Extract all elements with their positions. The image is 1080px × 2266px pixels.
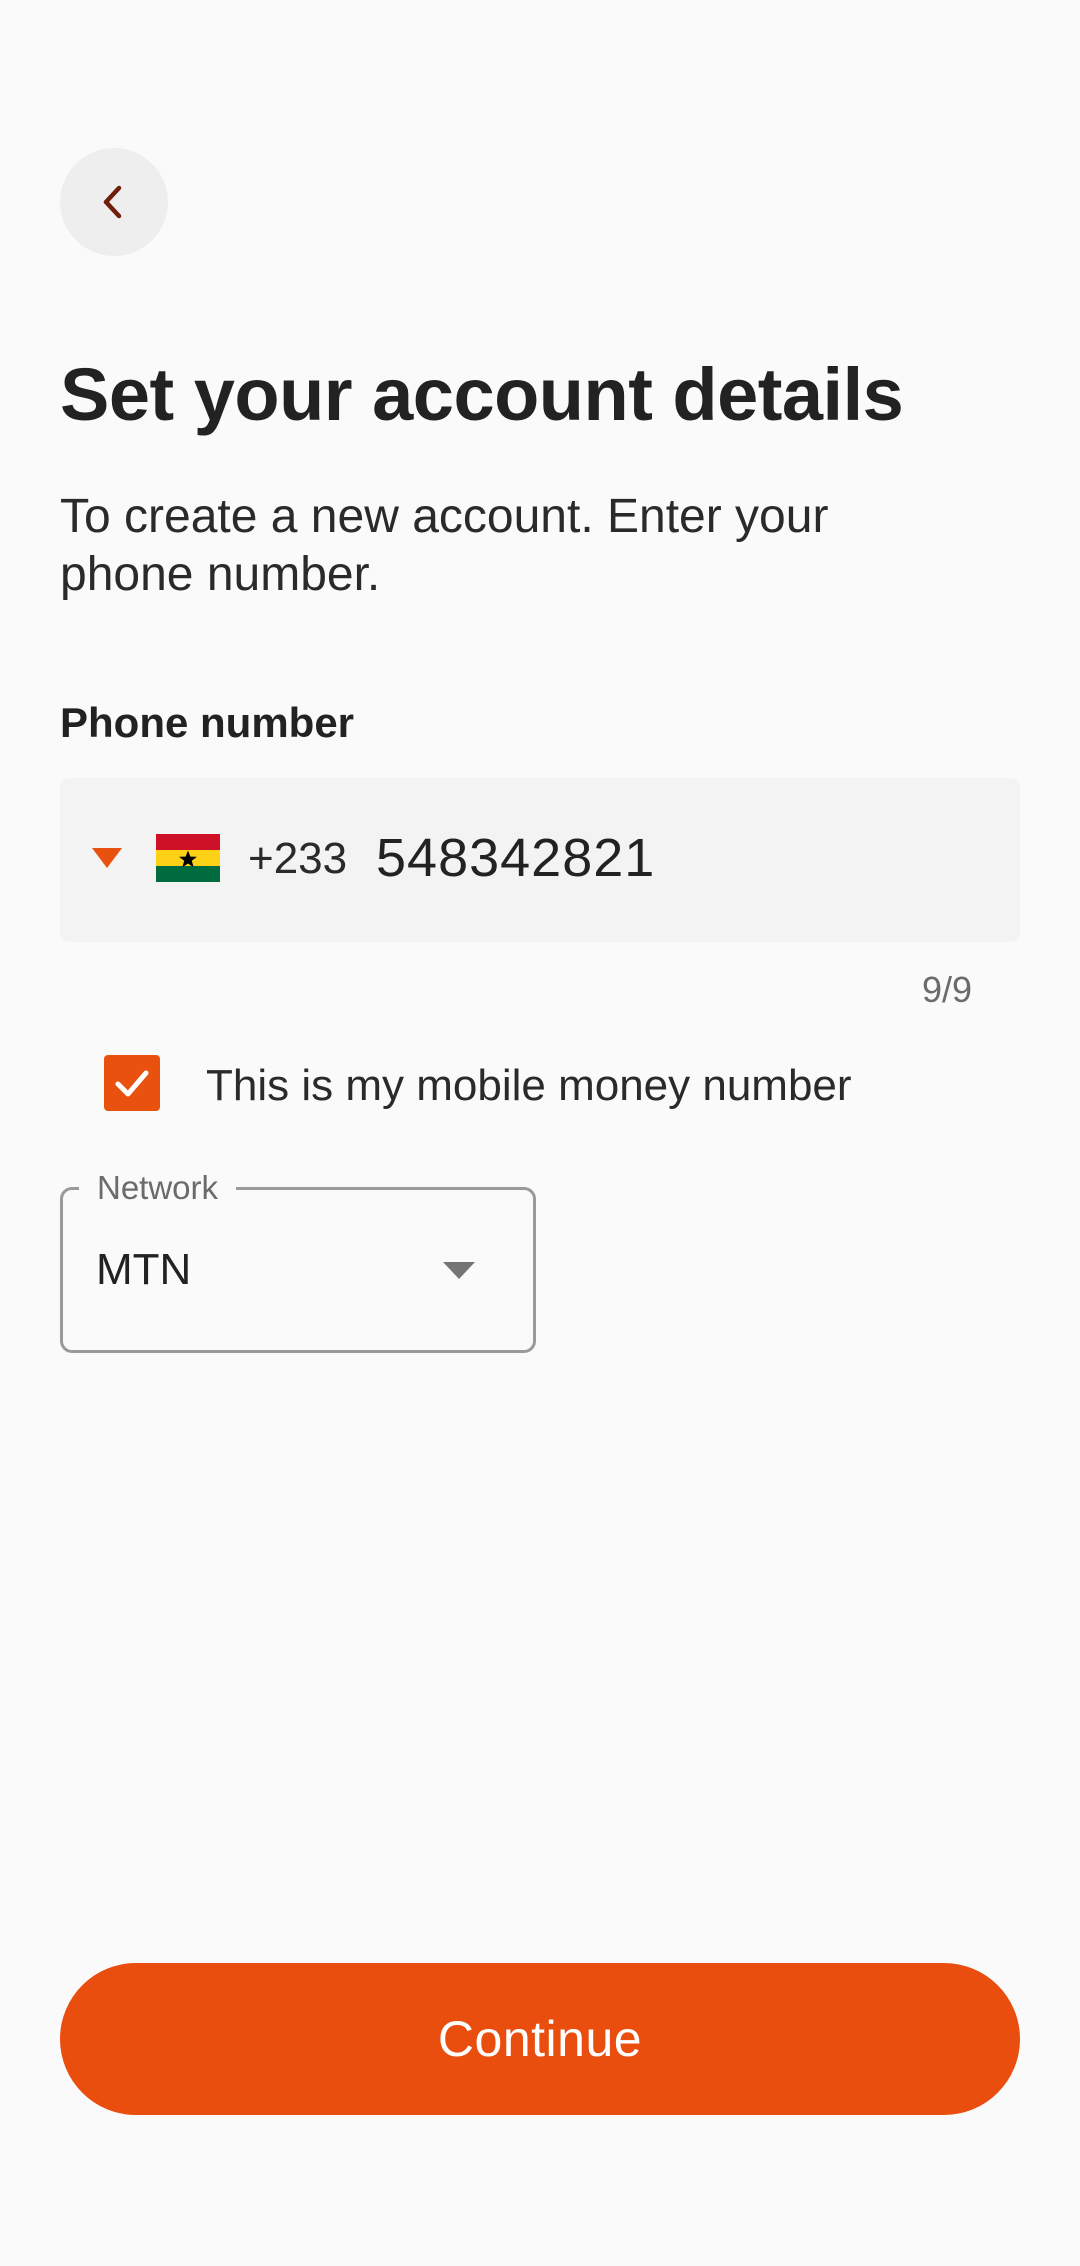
mobile-money-checkbox[interactable]	[104, 1055, 160, 1111]
continue-button[interactable]: Continue	[60, 1963, 1020, 2115]
network-select[interactable]: Network MTN	[60, 1166, 536, 1353]
page-subtitle: To create a new account. Enter your phon…	[60, 490, 829, 601]
network-label: Network	[79, 1166, 237, 1210]
phone-number-input[interactable]	[376, 818, 976, 898]
caret-down-icon	[443, 1262, 475, 1279]
network-selected-value: MTN	[96, 1245, 192, 1294]
mobile-money-label[interactable]: This is my mobile money number	[206, 1058, 852, 1114]
chevron-left-icon	[103, 185, 122, 219]
character-counter: 9/9	[921, 969, 972, 1010]
page-title: Set your account details	[60, 353, 904, 436]
country-dropdown-icon[interactable]	[92, 848, 122, 870]
phone-number-label: Phone number	[60, 699, 355, 746]
back-button[interactable]	[60, 148, 168, 256]
checkmark-icon	[115, 1070, 149, 1097]
ghana-flag-icon	[156, 834, 220, 882]
country-code: +233	[248, 834, 348, 883]
phone-number-field[interactable]: +233	[60, 778, 1020, 942]
